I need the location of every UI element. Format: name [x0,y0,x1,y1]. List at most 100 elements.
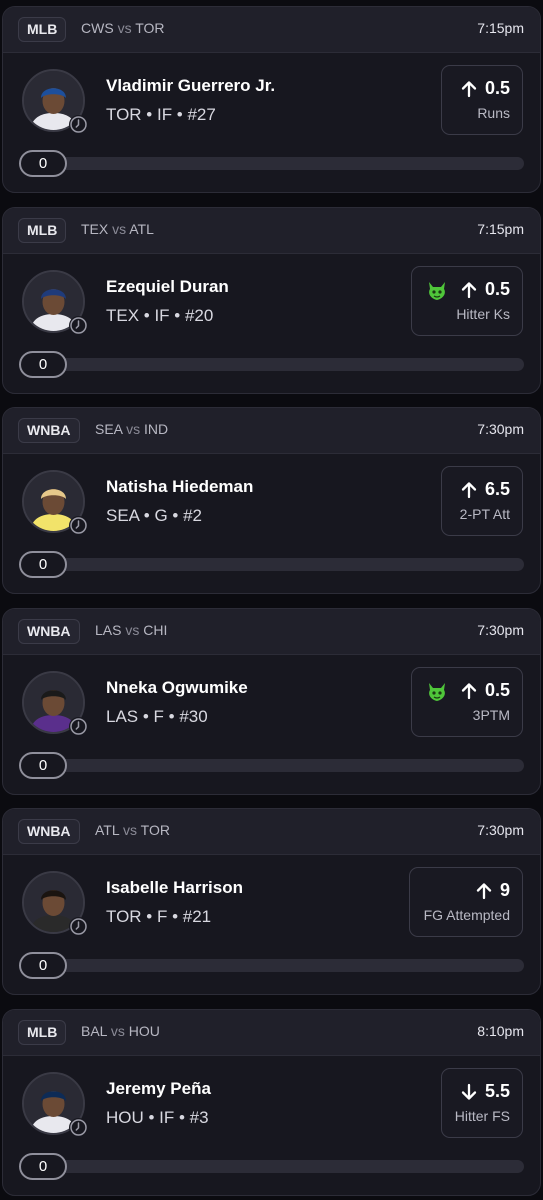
arrow-up-icon [461,682,477,699]
progress-track [20,558,524,571]
player-meta: TOR • F • #21 [106,907,212,926]
vs-label: vs [117,20,132,36]
stat-type: FG Attempted [423,907,510,923]
team-home: TOR [135,20,165,36]
clock-icon [69,717,88,736]
player-meta: HOU • IF • #3 [106,1108,209,1127]
league-badge: WNBA [18,619,80,644]
matchup: BAL vs HOU [81,1023,160,1039]
game-time: 7:15pm [477,221,524,237]
projection-card[interactable]: MLB CWS vs TOR 7:15pm Vladimir Guerrero … [2,6,541,193]
clock-icon [69,316,88,335]
player-name: Nneka Ogwumike [106,678,248,697]
game-time: 8:10pm [477,1023,524,1039]
pick-button[interactable]: 9 FG Attempted [409,867,523,937]
team-home: ATL [129,221,154,237]
pick-button[interactable]: 0.5 3PTM [411,667,523,737]
team-away: CWS [81,20,114,36]
player-name: Isabelle Harrison [106,878,244,897]
team-home: TOR [140,822,170,838]
pick-button[interactable]: 0.5 Hitter Ks [411,266,523,336]
team-away: BAL [81,1023,107,1039]
demon-icon [429,683,445,701]
arrow-up-icon [476,882,492,899]
progress-count: 0 [19,351,67,378]
progress-track [20,358,524,371]
vs-label: vs [110,1023,125,1039]
game-header: WNBA LAS vs CHI 7:30pm [3,609,540,655]
league-badge: MLB [18,17,67,42]
game-time: 7:30pm [477,822,524,838]
projection-card[interactable]: WNBA ATL vs TOR 7:30pm Isabelle Harrison [2,808,541,995]
game-header: WNBA ATL vs TOR 7:30pm [3,809,540,855]
vs-label: vs [126,421,141,437]
player-name: Vladimir Guerrero Jr. [106,76,276,95]
demon-icon [429,282,445,300]
stat-type: Hitter FS [454,1108,510,1124]
clock-icon [69,516,88,535]
game-time: 7:15pm [477,20,524,36]
clock-icon [69,917,88,936]
stat-type: Hitter Ks [456,306,510,322]
projection-card[interactable]: MLB BAL vs HOU 8:10pm Jeremy Peña HOU • … [2,1009,541,1196]
pick-line: 6.5 [461,479,510,500]
progress-count: 0 [19,952,67,979]
progress-count: 0 [19,551,67,578]
stat-type: Runs [477,105,510,121]
player-name: Jeremy Peña [106,1079,211,1098]
player-meta: LAS • F • #30 [106,707,208,726]
line-value: 0.5 [484,279,510,299]
vs-label: vs [125,622,140,638]
pick-button[interactable]: 5.5 Hitter FS [441,1068,523,1138]
league-badge: MLB [18,1020,67,1045]
progress-track [20,1160,524,1173]
arrow-up-icon [461,481,477,498]
pick-line: 5.5 [461,1081,510,1102]
projection-card[interactable]: MLB TEX vs ATL 7:15pm Ezequiel Duran TEX [2,207,541,394]
game-header: MLB TEX vs ATL 7:15pm [3,208,540,254]
matchup: CWS vs TOR [81,20,165,36]
matchup: LAS vs CHI [95,622,167,638]
projection-card[interactable]: WNBA LAS vs CHI 7:30pm Nneka Ogwumike LA… [2,608,541,795]
progress-count: 0 [19,1153,67,1180]
pick-line: 9 [476,880,510,901]
arrow-up-icon [461,281,477,298]
player-name: Natisha Hiedeman [106,477,254,496]
line-value: 0.5 [484,680,510,700]
player-meta: SEA • G • #2 [106,506,203,525]
league-badge: WNBA [18,819,80,844]
game-header: MLB CWS vs TOR 7:15pm [3,7,540,53]
line-value: 5.5 [484,1081,510,1101]
arrow-up-icon [461,80,477,97]
game-header: MLB BAL vs HOU 8:10pm [3,1010,540,1056]
game-header: WNBA SEA vs IND 7:30pm [3,408,540,454]
team-away: TEX [81,221,109,237]
game-time: 7:30pm [477,421,524,437]
stat-type: 2-PT Att [459,506,510,522]
pick-button[interactable]: 0.5 Runs [441,65,523,135]
line-value: 9 [499,880,510,900]
matchup: SEA vs IND [95,421,168,437]
team-away: LAS [95,622,122,638]
pick-line: 0.5 [461,78,510,99]
league-badge: MLB [18,218,67,243]
team-away: SEA [95,421,123,437]
league-badge: WNBA [18,418,80,443]
matchup: ATL vs TOR [95,822,170,838]
progress-count: 0 [19,752,67,779]
pick-line: 0.5 [461,279,510,300]
pick-button[interactable]: 6.5 2-PT Att [441,466,523,536]
clock-icon [69,115,88,134]
projection-card[interactable]: WNBA SEA vs IND 7:30pm Natisha Hiedeman … [2,407,541,594]
team-away: ATL [95,822,120,838]
progress-track [20,157,524,170]
vs-label: vs [123,822,138,838]
game-time: 7:30pm [477,622,524,638]
line-value: 6.5 [484,479,510,499]
player-name: Ezequiel Duran [106,277,229,296]
progress-count: 0 [19,150,67,177]
team-home: IND [144,421,169,437]
clock-icon [69,1118,88,1137]
progress-track [20,759,524,772]
vs-label: vs [112,221,127,237]
